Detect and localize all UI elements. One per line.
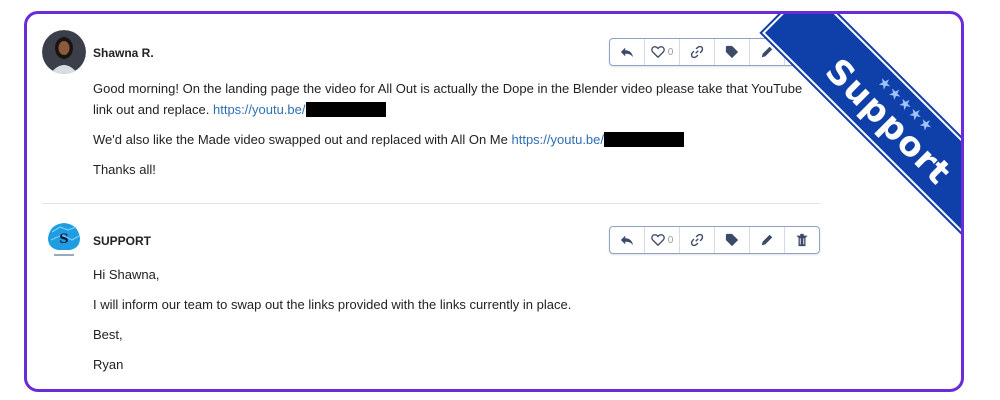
trash-icon	[796, 45, 808, 59]
pencil-icon	[761, 234, 773, 246]
author-name[interactable]: SUPPORT	[93, 234, 151, 248]
reply-icon	[620, 47, 634, 58]
like-count: 0	[667, 46, 674, 58]
message-paragraph: We'd also like the Made video swapped ou…	[93, 129, 813, 150]
message-paragraph: Hi Shawna,	[93, 267, 160, 282]
delete-button[interactable]	[785, 227, 819, 253]
redacted-block	[305, 102, 386, 117]
paragraph-text: Good morning! On the landing page the vi…	[93, 81, 803, 117]
post-actions-toolbar: 0	[609, 226, 820, 254]
message-paragraph: Best,	[93, 327, 123, 342]
message-paragraph: Good morning! On the landing page the vi…	[93, 78, 813, 120]
youtube-link[interactable]: https://youtu.be/	[512, 132, 605, 147]
like-button[interactable]: 0	[645, 227, 680, 253]
reply-icon	[620, 235, 634, 246]
pencil-icon	[761, 46, 773, 58]
redacted-block	[604, 132, 685, 147]
like-button[interactable]: 0	[645, 39, 680, 65]
youtube-link[interactable]: https://youtu.be/	[213, 102, 306, 117]
post-divider	[42, 203, 821, 204]
edit-button[interactable]	[750, 39, 785, 65]
link-icon	[690, 233, 704, 247]
trash-icon	[796, 233, 808, 247]
delete-button[interactable]	[785, 39, 819, 65]
conversation-frame: Shawna R. 0 Good morning! On the landing…	[24, 11, 964, 392]
like-count: 0	[667, 234, 674, 246]
edit-button[interactable]	[750, 227, 785, 253]
tag-button[interactable]	[715, 227, 750, 253]
reply-button[interactable]	[610, 227, 645, 253]
avatar[interactable]	[42, 30, 86, 74]
message-paragraph: Thanks all!	[93, 162, 156, 177]
svg-text:S: S	[59, 232, 68, 247]
paragraph-text: We'd also like the Made video swapped ou…	[93, 132, 508, 147]
copy-link-button[interactable]	[680, 227, 715, 253]
post-actions-toolbar: 0	[609, 38, 820, 66]
tag-icon	[725, 233, 739, 247]
message-body: Good morning! On the landing page the vi…	[93, 78, 813, 189]
link-icon	[690, 45, 704, 59]
avatar[interactable]: S	[42, 218, 86, 262]
heart-icon	[650, 234, 665, 247]
heart-icon	[650, 46, 665, 59]
message-body: Hi Shawna, I will inform our team to swa…	[93, 264, 813, 384]
message-paragraph: Ryan	[93, 357, 124, 372]
ribbon-label: Support	[817, 50, 960, 193]
reply-button[interactable]	[610, 39, 645, 65]
author-name[interactable]: Shawna R.	[93, 46, 154, 60]
tag-button[interactable]	[715, 39, 750, 65]
tag-icon	[725, 45, 739, 59]
message-paragraph: I will inform our team to swap out the l…	[93, 297, 572, 312]
copy-link-button[interactable]	[680, 39, 715, 65]
